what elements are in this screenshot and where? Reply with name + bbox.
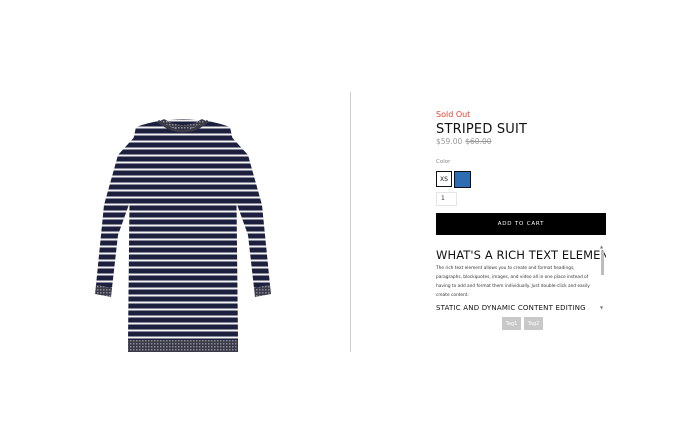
quantity-input[interactable]: 1 [436, 192, 457, 206]
rich-text-subheading: STATIC AND DYNAMIC CONTENT EDITING [436, 304, 586, 312]
tag-1[interactable]: Tag1 [502, 317, 521, 330]
price: $59.00 [436, 137, 463, 146]
rich-text-paragraph: The rich text element allows you to crea… [436, 266, 590, 298]
scroll-down-icon[interactable]: ▼ [600, 305, 603, 310]
price-row: $59.00 $60.00 [436, 137, 492, 146]
scroll-thumb[interactable] [601, 251, 604, 275]
color-swatch-blue[interactable] [454, 171, 471, 188]
vertical-divider [350, 92, 351, 352]
tag-2[interactable]: Tag2 [524, 317, 543, 330]
scroll-up-icon[interactable]: ▲ [600, 244, 603, 249]
rich-text-box[interactable]: WHAT'S A RICH TEXT ELEMENT? The rich tex… [436, 244, 606, 312]
color-label: Color [436, 159, 451, 165]
product-title: STRIPED SUIT [436, 122, 528, 137]
product-image [88, 115, 278, 355]
rich-text-heading: WHAT'S A RICH TEXT ELEMENT? [436, 248, 606, 262]
compare-price: $60.00 [465, 137, 492, 146]
add-to-cart-button[interactable]: ADD TO CART [436, 213, 606, 235]
scrollbar[interactable]: ▲ ▼ [600, 244, 605, 312]
size-option-xs[interactable]: XS [436, 171, 452, 187]
striped-dress-icon [95, 119, 271, 352]
sold-out-label: Sold Out [436, 110, 471, 119]
